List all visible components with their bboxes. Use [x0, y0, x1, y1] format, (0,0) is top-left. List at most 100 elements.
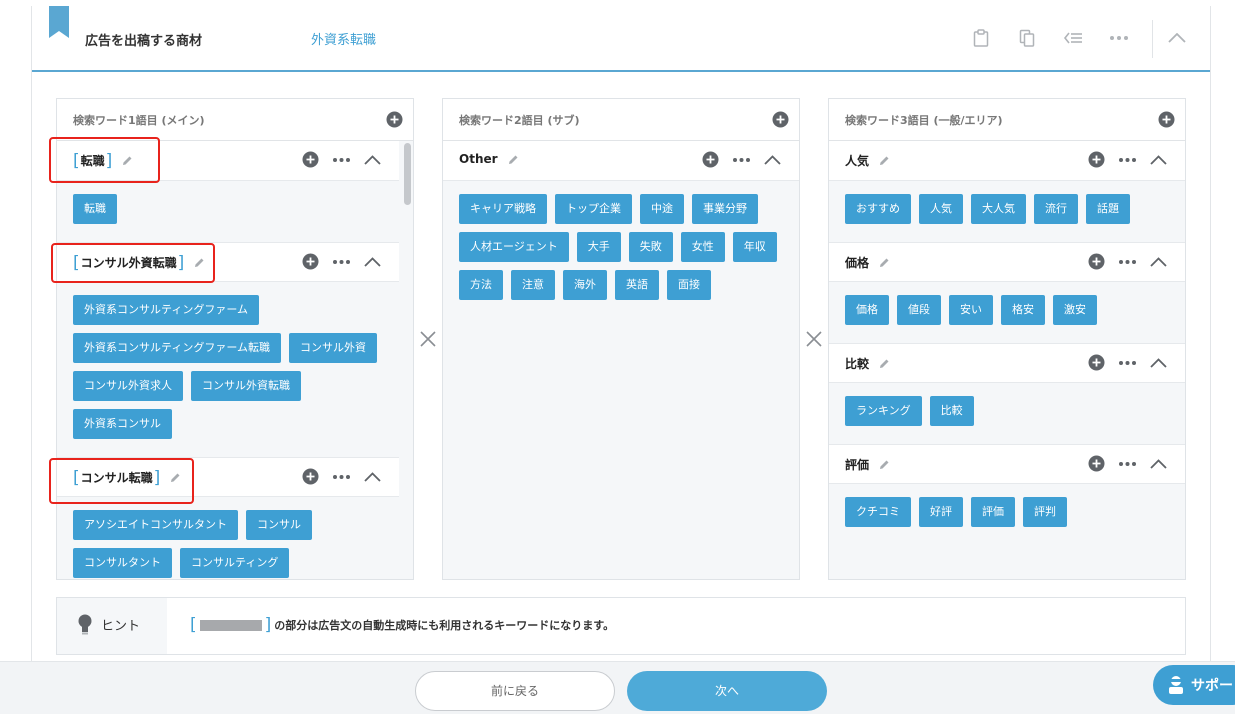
keyword-tag[interactable]: 海外 [563, 270, 607, 300]
group-controls [302, 151, 381, 168]
more-icon[interactable] [1109, 28, 1129, 48]
column-groups: [転職] 転職[コンサル外資転職] 外資系コンサルティングファーム 外資系コンサルティ… [57, 141, 399, 579]
clipboard-icon[interactable] [971, 28, 991, 48]
support-person-icon [1169, 676, 1183, 694]
keyword-tag[interactable]: 流行 [1034, 194, 1078, 224]
keyword-tag[interactable]: 評価 [971, 497, 1015, 527]
next-button[interactable]: 次へ [627, 671, 827, 711]
add-circle-icon[interactable] [702, 151, 719, 168]
support-label: サポー [1191, 678, 1233, 694]
product-value[interactable]: 外資系転職 [311, 29, 376, 48]
add-circle-icon[interactable] [1158, 111, 1175, 132]
keyword-tag[interactable]: 値段 [897, 295, 941, 325]
add-circle-icon[interactable] [1088, 151, 1105, 168]
hint-text: [ ] の部分は広告文の自動生成時にも利用されるキーワードになります。 [190, 615, 614, 635]
add-circle-icon[interactable] [1088, 354, 1105, 371]
keyword-tag[interactable]: コンサル外資転職 [191, 371, 301, 401]
keyword-tag[interactable]: 女性 [680, 232, 725, 262]
keyword-tag[interactable]: ランキング [845, 396, 922, 426]
keyword-tag-list: 外資系コンサルティングファーム 外資系コンサルティングファーム転職 コンサル外資コン… [57, 282, 399, 457]
keyword-tag[interactable]: 激安 [1053, 295, 1097, 325]
keyword-tag-list: 転職 [57, 181, 399, 242]
pencil-icon[interactable] [508, 154, 519, 165]
more-icon[interactable] [333, 259, 350, 264]
pencil-icon[interactable] [879, 459, 890, 470]
scrollbar[interactable] [404, 143, 411, 579]
pencil-icon[interactable] [879, 155, 890, 166]
keyword-tag[interactable]: キャリア戦略 [459, 194, 547, 224]
keyword-tag[interactable]: アソシエイトコンサルタント [73, 510, 238, 540]
keyword-tag[interactable]: 転職 [73, 194, 117, 224]
keyword-tag[interactable]: 話題 [1086, 194, 1130, 224]
keyword-group-title[interactable]: Other [459, 152, 519, 166]
chevron-up-icon[interactable] [1150, 256, 1167, 267]
pencil-icon[interactable] [879, 358, 890, 369]
chevron-up-icon[interactable] [764, 154, 781, 165]
keyword-tag[interactable]: 好評 [919, 497, 963, 527]
keyword-tag[interactable]: 人気 [919, 194, 963, 224]
keyword-tag[interactable]: 大手 [576, 232, 621, 262]
keyword-tag[interactable]: 外資系コンサルティングファーム [73, 295, 260, 325]
bracket-open: [ [190, 615, 197, 635]
keyword-tag[interactable]: おすすめ [845, 194, 911, 224]
chevron-up-icon[interactable] [1150, 357, 1167, 368]
more-icon[interactable] [333, 157, 350, 162]
more-icon[interactable] [1119, 360, 1136, 365]
keyword-tag[interactable]: クチコミ [845, 497, 911, 527]
keyword-tag[interactable]: 格安 [1001, 295, 1045, 325]
chevron-up-icon[interactable] [364, 256, 381, 267]
add-circle-icon[interactable] [1088, 253, 1105, 270]
keyword-tag[interactable]: 失敗 [628, 232, 673, 262]
collapse-chevron-up-icon[interactable] [1167, 28, 1187, 48]
more-icon[interactable] [1119, 461, 1136, 466]
keyword-tag[interactable]: 価格 [845, 295, 889, 325]
add-circle-icon[interactable] [302, 253, 319, 270]
keyword-tag[interactable]: コンサル外資 [289, 333, 378, 363]
keyword-group-name: 価格 [845, 256, 870, 270]
keyword-group-title[interactable]: 評価 [845, 456, 890, 473]
copy-icon[interactable] [1017, 28, 1037, 48]
keyword-tag[interactable]: コンサルタント [73, 548, 172, 578]
product-label: 広告を出稿する商材 [85, 34, 203, 49]
keyword-tag[interactable]: 外資系コンサル [73, 409, 172, 439]
chevron-up-icon[interactable] [364, 471, 381, 482]
keyword-tag[interactable]: コンサル外資求人 [73, 371, 183, 401]
keyword-tag[interactable]: トップ企業 [555, 194, 632, 224]
keyword-tag[interactable]: 比較 [929, 396, 974, 426]
chevron-up-icon[interactable] [1150, 458, 1167, 469]
add-circle-icon[interactable] [1088, 455, 1105, 472]
keyword-tag[interactable]: 英語 [615, 270, 659, 300]
more-icon[interactable] [1119, 259, 1136, 264]
support-button[interactable]: サポー [1153, 665, 1235, 705]
keyword-tag[interactable]: 外資系コンサルティングファーム転職 [73, 333, 282, 363]
more-icon[interactable] [333, 474, 350, 479]
pencil-icon[interactable] [879, 257, 890, 268]
keyword-tag[interactable]: 評判 [1023, 497, 1067, 527]
keyword-tag[interactable]: コンサルティング [180, 548, 290, 578]
add-circle-icon[interactable] [386, 111, 403, 132]
keyword-tag[interactable]: 方法 [459, 270, 503, 300]
chevron-up-icon[interactable] [364, 154, 381, 165]
keyword-tag[interactable]: 事業分野 [692, 194, 758, 224]
keyword-tag[interactable]: 安い [949, 295, 993, 325]
list-toggle-icon[interactable] [1063, 28, 1083, 48]
keyword-group-title[interactable]: 価格 [845, 254, 890, 271]
keyword-tag[interactable]: 面接 [667, 270, 711, 300]
keyword-tag[interactable]: コンサル [246, 510, 312, 540]
more-icon[interactable] [733, 157, 750, 162]
hint-box: ヒント [ ] の部分は広告文の自動生成時にも利用されるキーワードになります。 [56, 597, 1186, 655]
back-button[interactable]: 前に戻る [415, 671, 615, 711]
add-circle-icon[interactable] [302, 151, 319, 168]
keyword-tag[interactable]: 人材エージェント [459, 232, 569, 262]
more-icon[interactable] [1119, 157, 1136, 162]
scrollbar-thumb[interactable] [404, 143, 411, 205]
keyword-group-title[interactable]: 人気 [845, 152, 890, 169]
add-circle-icon[interactable] [302, 468, 319, 485]
keyword-group-title[interactable]: 比較 [845, 355, 890, 372]
keyword-tag[interactable]: 大人気 [971, 194, 1026, 224]
keyword-tag[interactable]: 年収 [732, 232, 777, 262]
chevron-up-icon[interactable] [1150, 154, 1167, 165]
keyword-tag[interactable]: 中途 [640, 194, 684, 224]
keyword-tag[interactable]: 注意 [511, 270, 555, 300]
add-circle-icon[interactable] [772, 111, 789, 132]
